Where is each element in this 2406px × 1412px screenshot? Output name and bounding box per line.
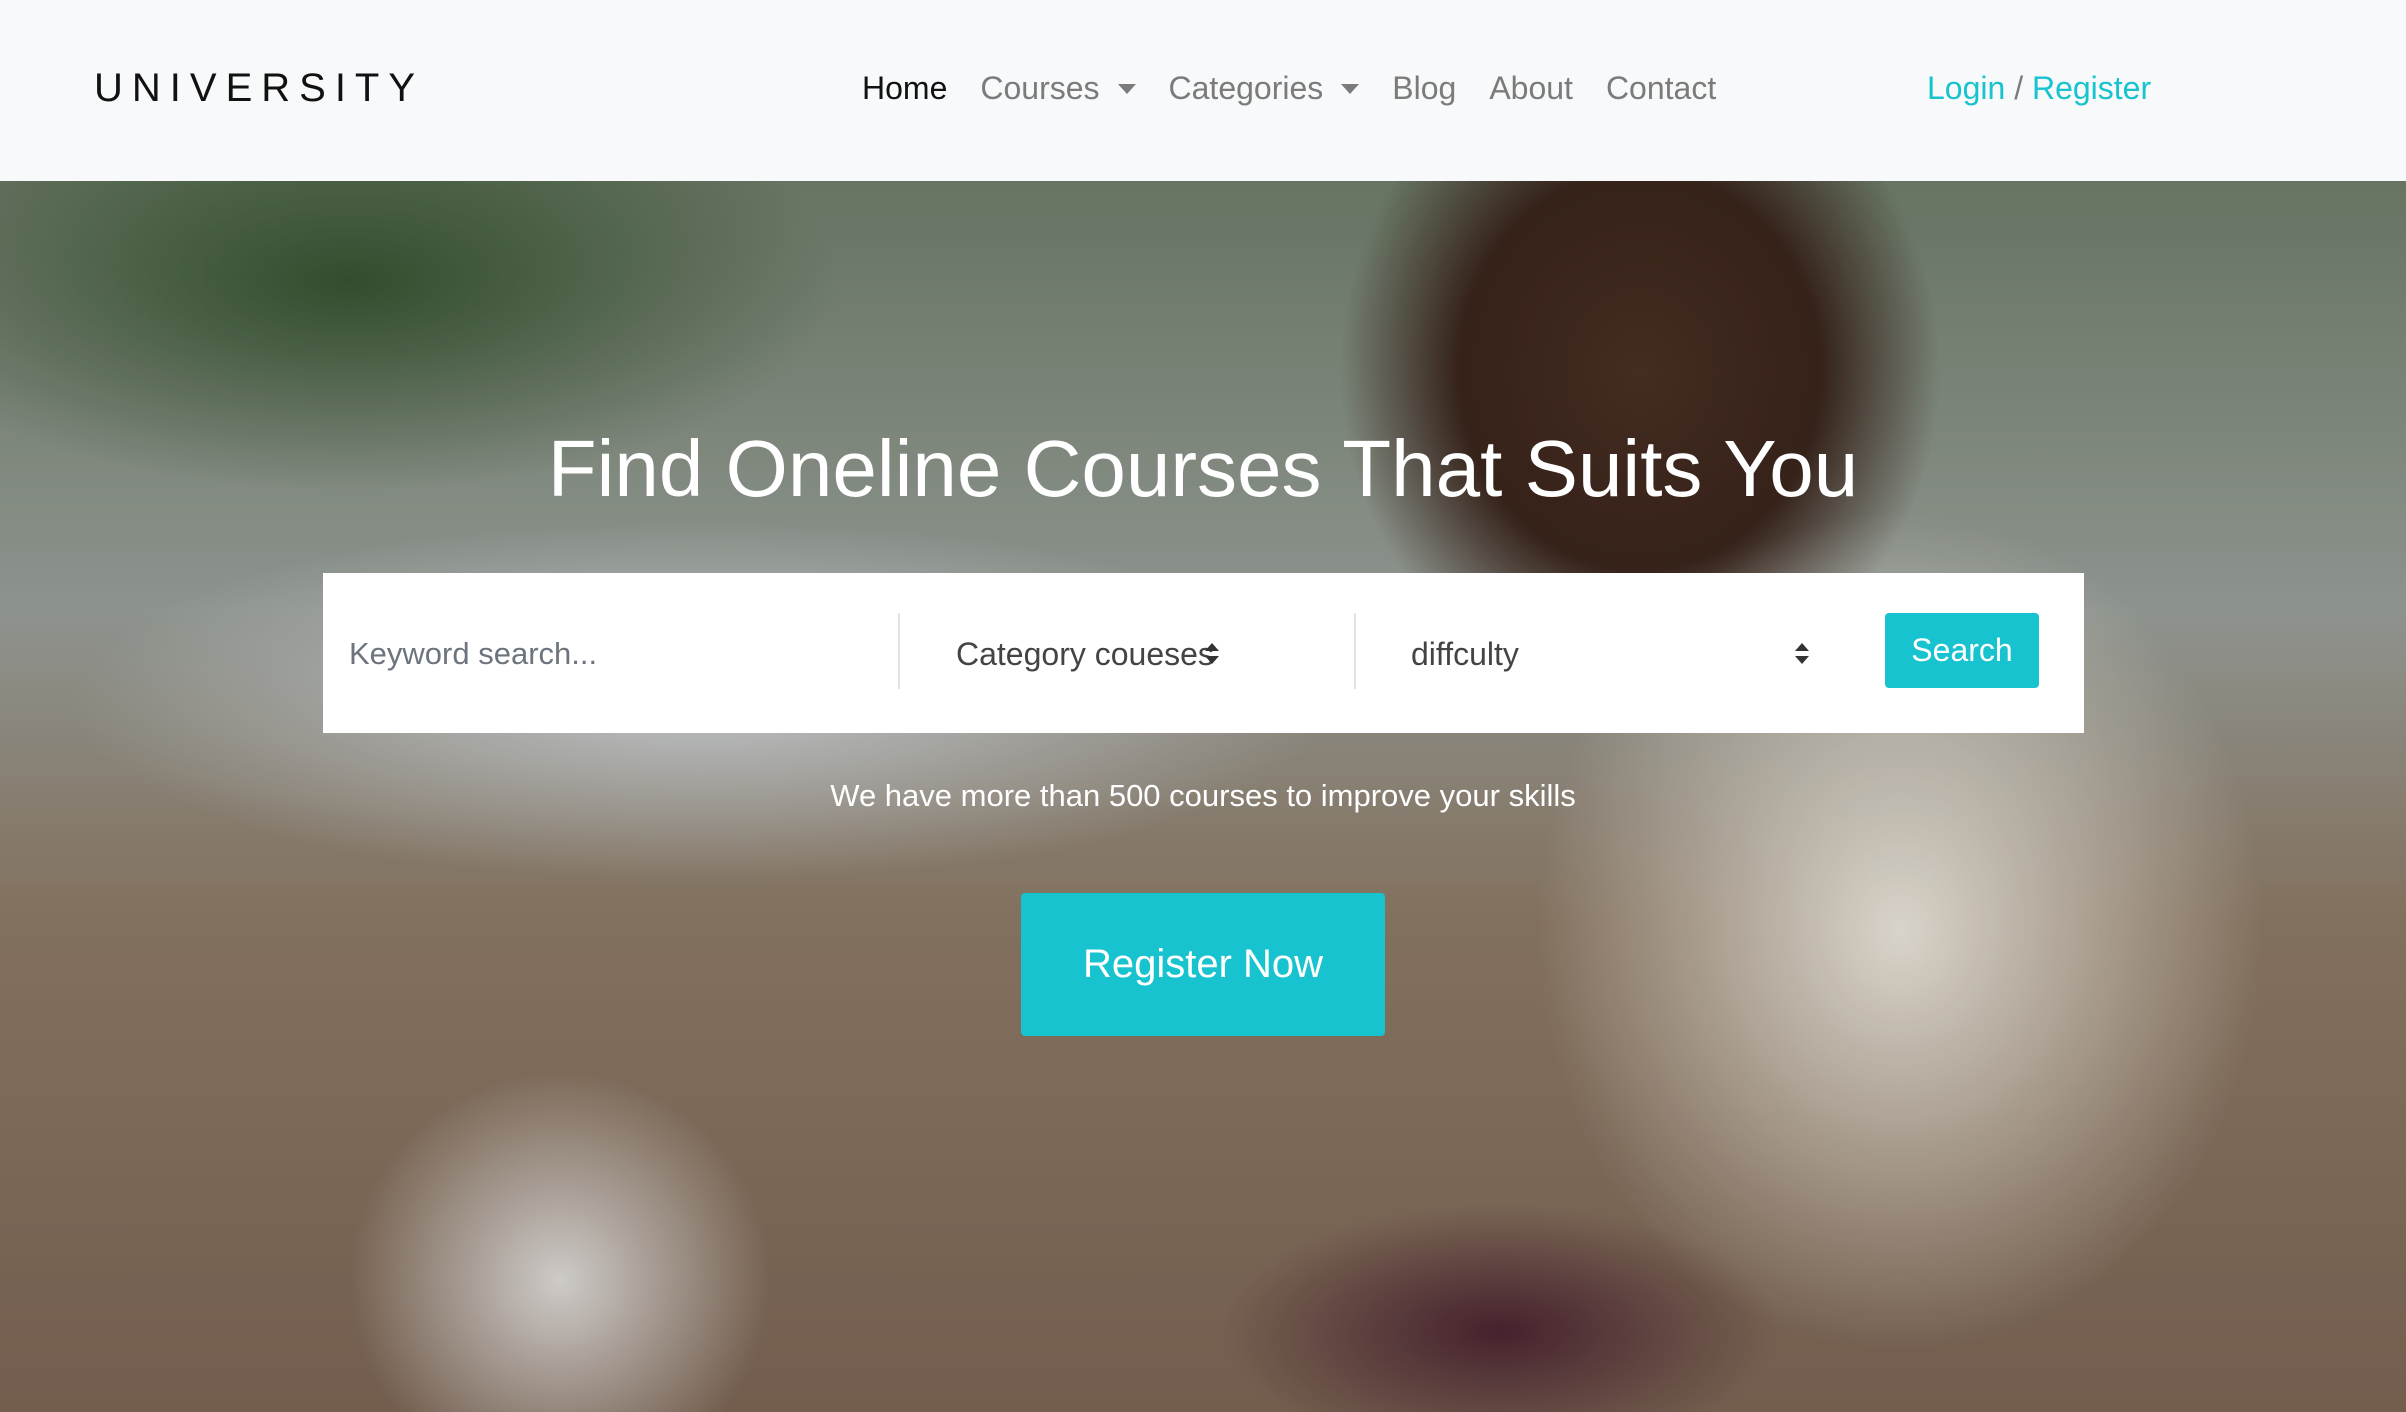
nav-item-categories[interactable]: Categories — [1169, 70, 1360, 107]
brand-logo[interactable]: UNIVERSITY — [94, 66, 424, 111]
nav-item-blog-label: Blog — [1392, 70, 1457, 106]
nav-item-blog[interactable]: Blog — [1392, 70, 1456, 107]
nav-item-categories-label: Categories — [1168, 70, 1324, 106]
nav-item-home-label: Home — [862, 70, 948, 106]
register-now-button[interactable]: Register Now — [1021, 893, 1385, 1036]
nav-links: Home Courses Categories Blog About Conta… — [862, 70, 1749, 107]
hero-title: Find Oneline Courses That Suits You — [547, 424, 1859, 513]
auth-links: Login / Register — [1927, 70, 2151, 107]
navbar: UNIVERSITY Home Courses Categories Blog … — [0, 0, 2406, 181]
nav-item-contact-label: Contact — [1605, 70, 1717, 106]
course-search-form: Category coueses diffculty Search — [323, 573, 2084, 733]
register-link[interactable]: Register — [2032, 70, 2151, 106]
hero-tagline: We have more than 500 courses to improve… — [830, 778, 1576, 813]
category-select-value: Category coueses — [956, 635, 1214, 672]
nav-item-home[interactable]: Home — [862, 70, 947, 107]
chevron-down-icon — [1341, 83, 1360, 94]
divider — [1354, 613, 1356, 689]
difficulty-select-value: diffculty — [1411, 635, 1519, 672]
nav-item-about[interactable]: About — [1489, 70, 1573, 107]
difficulty-select[interactable]: diffculty — [1411, 619, 1811, 689]
divider — [898, 613, 900, 689]
nav-item-about-label: About — [1489, 70, 1573, 106]
nav-item-courses-label: Courses — [980, 70, 1100, 106]
chevron-down-icon — [1117, 83, 1136, 94]
auth-separator: / — [2014, 70, 2024, 106]
nav-item-courses[interactable]: Courses — [980, 70, 1136, 107]
select-arrows-icon — [1205, 643, 1221, 667]
select-arrows-icon — [1795, 643, 1811, 667]
login-link[interactable]: Login — [1927, 70, 2005, 106]
nav-item-contact[interactable]: Contact — [1606, 70, 1716, 107]
search-button[interactable]: Search — [1885, 613, 2039, 688]
hero-section: Find Oneline Courses That Suits You Cate… — [0, 181, 2406, 1412]
keyword-search-input[interactable] — [349, 619, 889, 689]
